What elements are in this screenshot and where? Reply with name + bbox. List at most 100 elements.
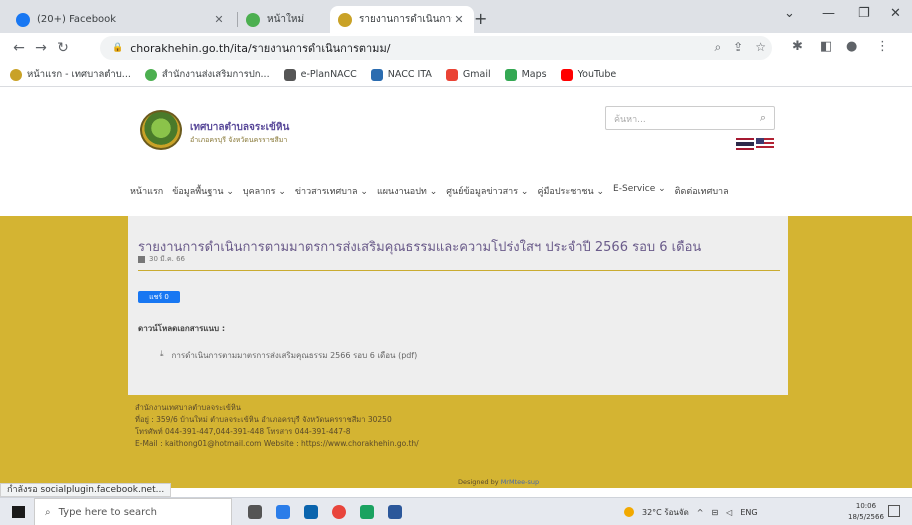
close-icon[interactable]: ✕ [452, 13, 466, 26]
zoom-icon[interactable]: ⌕ [714, 40, 721, 55]
bookmark-label: สำนักงานส่งเสริมการปก... [161, 69, 270, 80]
search-icon: ⌕ [45, 506, 51, 518]
menu-item[interactable]: ข่าวสารเทศบาล ⌄ [295, 184, 368, 198]
chrome-icon[interactable] [332, 505, 346, 519]
share-icon[interactable]: ⇪ [733, 40, 743, 55]
site-name[interactable]: เทศบาลตำบลจระเข้หิน [190, 120, 289, 135]
bookmark-item[interactable]: e-PlanNACC [283, 68, 357, 81]
article-panel: รายงานการดำเนินการตามมาตรการส่งเสริมคุณธ… [128, 216, 788, 395]
site-subname: อำเภอครบุรี จังหวัดนครราชสีมา [190, 136, 288, 144]
menu-item-label: คู่มือประชาชน [537, 187, 594, 197]
restore-button[interactable]: ❐ [858, 6, 870, 21]
task-view-icon[interactable] [248, 505, 262, 519]
profile-avatar-icon[interactable]: ● [846, 39, 857, 54]
bookmarks-bar: หน้าแรก - เทศบาลตำบ... สำนักงานส่งเสริมก… [0, 63, 912, 87]
bookmark-star-icon[interactable]: ☆ [755, 40, 766, 55]
close-icon[interactable]: ✕ [212, 13, 226, 26]
menu-item-label: ศูนย์ข้อมูลข่าวสาร [446, 187, 519, 197]
thai-flag-icon[interactable] [736, 138, 754, 150]
tab-title: รายงานการดำเนินการตามมาตรการส่ง [359, 14, 452, 25]
reload-icon[interactable]: ↻ [52, 40, 74, 56]
attachment-link[interactable]: ⤓ การดำเนินการตามมาตรการส่งเสริมคุณธรรม … [160, 349, 417, 362]
facebook-share-button[interactable]: แชร์ 0 [138, 291, 180, 303]
menu-item[interactable]: ศูนย์ข้อมูลข่าวสาร ⌄ [446, 184, 528, 198]
menu-item-label: แผนงานอปท [376, 187, 427, 197]
youtube-icon [560, 68, 573, 81]
new-tab-button[interactable]: + [474, 9, 487, 28]
address-bar[interactable]: 🔒 chorakhehin.go.th/ita/รายงานการดำเนินก… [100, 36, 772, 60]
system-tray: 32°C ร้อนจัด ^ ⊟ ◁ ENG [624, 498, 758, 525]
clock[interactable]: 10:06 18/5/2566 [848, 501, 884, 523]
windows-taskbar: ⌕ Type here to search 32°C ร้อนจัด ^ ⊟ ◁… [0, 497, 912, 525]
tray-chevron-icon[interactable]: ^ [697, 508, 704, 517]
menu-item[interactable]: E-Service ⌄ [613, 184, 666, 198]
bookmark-label: หน้าแรก - เทศบาลตำบ... [27, 69, 131, 80]
sidepanel-icon[interactable]: ◧ [820, 39, 832, 54]
menu-item[interactable]: หน้าแรก [130, 184, 163, 198]
close-window-button[interactable]: ✕ [890, 6, 901, 21]
store-icon[interactable] [276, 505, 290, 519]
article-date-text: 30 มี.ค. 66 [149, 255, 186, 263]
chrome-icon [144, 68, 157, 81]
browser-tab-strip: (20+) Facebook ✕ หน้าใหม่ ✕ รายงานการดำเ… [0, 0, 912, 33]
bookmark-label: YouTube [577, 69, 617, 80]
weather-text[interactable]: 32°C ร้อนจัด [642, 506, 689, 519]
site-logo[interactable] [140, 110, 182, 150]
menu-item-label: E-Service [613, 184, 656, 194]
windows-start-icon[interactable] [12, 506, 25, 518]
footer-line: สำนักงานเทศบาลตำบลจระเข้หิน [135, 403, 241, 412]
web-page: เทศบาลตำบลจระเข้หิน อำเภอครบุรี จังหวัดน… [0, 88, 912, 488]
line-icon[interactable] [360, 505, 374, 519]
minimize-button[interactable]: — [822, 6, 835, 21]
designed-by: Designed by MrMtee-sup [458, 478, 539, 486]
menu-item[interactable]: คู่มือประชาชน ⌄ [537, 184, 604, 198]
extensions-icon[interactable]: ✱ [792, 39, 803, 54]
volume-icon[interactable]: ◁ [726, 508, 732, 517]
word-icon[interactable] [388, 505, 402, 519]
taskbar-search-input[interactable]: ⌕ Type here to search [34, 498, 232, 525]
bookmark-label: Gmail [462, 69, 491, 80]
notification-icon[interactable] [888, 505, 900, 517]
language-indicator[interactable]: ENG [740, 508, 757, 517]
bookmark-item[interactable]: Gmail [445, 68, 491, 81]
bookmark-item[interactable]: หน้าแรก - เทศบาลตำบ... [10, 67, 131, 82]
weather-icon[interactable] [624, 507, 634, 517]
footer-line: โทรศัพท์ 044-391-447,044-391-448 โทรสาร … [135, 427, 351, 436]
menu-item[interactable]: ข้อมูลพื้นฐาน ⌄ [172, 184, 234, 198]
download-icon: ⤓ [160, 349, 164, 358]
footer-line: ที่อยู่ : 359/6 บ้านใหม่ ตำบลจระเข้หิน อ… [135, 415, 392, 424]
network-icon[interactable]: ⊟ [711, 508, 718, 517]
tab-title: (20+) Facebook [37, 14, 117, 25]
lock-icon[interactable]: 🔒 [112, 43, 123, 53]
menu-item[interactable]: แผนงานอปท ⌄ [377, 184, 437, 198]
main-menu: หน้าแรก ข้อมูลพื้นฐาน ⌄ บุคลากร ⌄ ข่าวสา… [130, 184, 729, 198]
search-icon[interactable]: ⌕ [760, 111, 766, 125]
menu-kebab-icon[interactable]: ⋮ [876, 39, 889, 54]
menu-item-label: ข้อมูลพื้นฐาน [172, 187, 224, 197]
attachment-text[interactable]: การดำเนินการตามมาตรการส่งเสริมคุณธรรม 25… [172, 349, 418, 362]
menu-item[interactable]: บุคลากร ⌄ [243, 184, 286, 198]
bookmark-item[interactable]: สำนักงานส่งเสริมการปก... [144, 67, 270, 82]
bookmark-item[interactable]: YouTube [560, 68, 617, 81]
bookmark-item[interactable]: NACC ITA [370, 68, 432, 81]
nacc-icon [370, 68, 383, 81]
footer-line: E-Mail : kaithong01@hotmail.com Website … [135, 439, 419, 448]
designer-link[interactable]: MrMtee-sup [501, 478, 539, 486]
tab-search-icon[interactable]: ⌄ [784, 6, 795, 21]
mail-icon[interactable] [304, 505, 318, 519]
maps-icon [504, 68, 517, 81]
gmail-icon [445, 68, 458, 81]
home-icon [283, 68, 296, 81]
menu-item[interactable]: ติดต่อเทศบาล [675, 184, 729, 198]
designed-by-label: Designed by [458, 478, 499, 486]
search-placeholder: ค้นหา... [614, 115, 646, 125]
back-icon[interactable]: ← [8, 40, 30, 56]
tab-facebook[interactable]: (20+) Facebook ✕ [8, 6, 234, 33]
url-text[interactable]: chorakhehin.go.th/ita/รายงานการดำเนินการ… [130, 39, 390, 57]
bookmark-item[interactable]: Maps [504, 68, 547, 81]
site-search-input[interactable]: ค้นหา... ⌕ [605, 106, 775, 130]
tab-current-page[interactable]: รายงานการดำเนินการตามมาตรการส่ง ✕ [330, 6, 474, 33]
forward-icon[interactable]: → [30, 40, 52, 56]
content-section: รายงานการดำเนินการตามมาตรการส่งเสริมคุณธ… [0, 216, 912, 488]
english-flag-icon[interactable] [756, 138, 774, 150]
